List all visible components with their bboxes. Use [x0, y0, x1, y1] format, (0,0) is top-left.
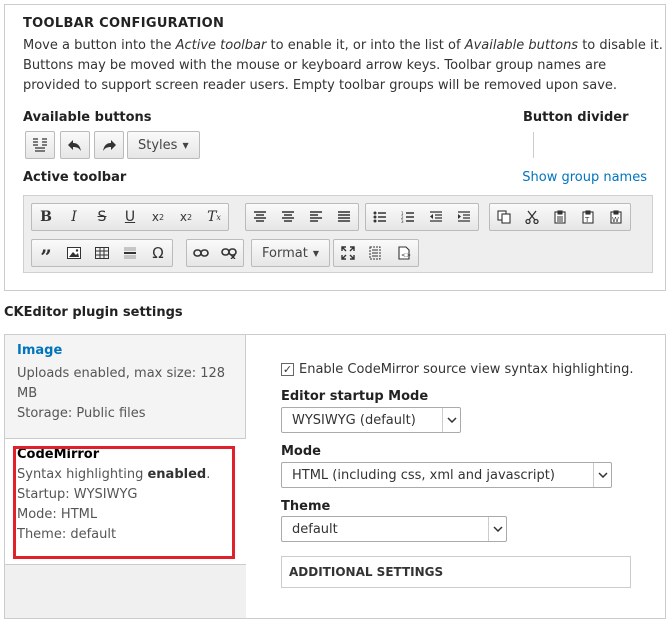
align-left-icon[interactable] [246, 204, 274, 230]
paste-text-icon[interactable]: T [574, 204, 602, 230]
align-justify-icon[interactable] [330, 204, 358, 230]
toolbar-configuration-fieldset: TOOLBAR CONFIGURATION Move a button into… [4, 4, 666, 291]
bulleted-list-icon[interactable] [366, 204, 394, 230]
editor-startup-mode-label: Editor startup Mode [281, 389, 429, 404]
source-code-icon[interactable]: <> [390, 240, 418, 266]
vertical-tab-summary-line: Syntax highlighting enabled. [17, 467, 211, 482]
toolbar-group-formatting[interactable]: B I S U x2 x2 Tx [31, 203, 229, 231]
vertical-tab-summary-line: Theme: default [17, 527, 117, 542]
svg-text:<>: <> [401, 252, 411, 259]
italic-icon[interactable]: I [60, 204, 88, 230]
vertical-tab-summary-line: Uploads enabled, max size: 128 [17, 366, 226, 381]
vertical-tab-summary-line: Mode: HTML [17, 507, 98, 522]
caret-down-icon: ▼ [312, 248, 319, 258]
vertical-tab-codemirror-title[interactable]: CodeMirror [17, 447, 234, 462]
toolbar-group-tools[interactable]: <> [333, 239, 419, 267]
indent-icon[interactable] [450, 204, 478, 230]
svg-text:T: T [584, 216, 590, 224]
toolbar-group-links[interactable] [186, 239, 244, 267]
plugin-settings-heading: CKEditor plugin settings [4, 305, 183, 320]
unlink-icon[interactable] [215, 240, 243, 266]
mode-select[interactable]: HTML (including css, xml and javascript) [281, 462, 612, 488]
toolbar-group-align[interactable] [245, 203, 359, 231]
svg-text:3: 3 [401, 219, 404, 223]
theme-label: Theme [281, 499, 331, 514]
vertical-tab-image[interactable]: Image Uploads enabled, max size: 128 MB … [5, 335, 246, 439]
toolbar-group-lists[interactable]: 123 [365, 203, 479, 231]
vertical-tab-summary-line: Startup: WYSIWYG [17, 487, 138, 502]
editor-startup-mode-select[interactable]: WYSIWYG (default) [281, 407, 461, 433]
source-icon[interactable] [25, 131, 55, 159]
enable-codemirror-checkbox[interactable]: ✓ [281, 363, 294, 376]
active-toolbar-area: B I S U x2 x2 Tx 123 T W ” Ω Format ▼ <> [23, 195, 653, 273]
styles-label: Styles [138, 137, 178, 153]
cut-icon[interactable] [518, 204, 546, 230]
remove-format-icon[interactable]: Tx [200, 204, 228, 230]
chevron-down-icon [442, 408, 460, 432]
styles-combo[interactable]: Styles ▼ [128, 132, 199, 158]
button-divider[interactable] [533, 132, 534, 158]
bold-icon[interactable]: B [32, 204, 60, 230]
chevron-down-icon [488, 517, 506, 541]
svg-text:W: W [612, 216, 619, 224]
vertical-tab-codemirror[interactable]: CodeMirror Syntax highlighting enabled. … [5, 439, 246, 565]
special-char-icon[interactable]: Ω [144, 240, 172, 266]
vertical-tab-list: Image Uploads enabled, max size: 128 MB … [5, 335, 246, 618]
toolbar-config-title: TOOLBAR CONFIGURATION [23, 16, 225, 31]
show-group-names-link[interactable]: Show group names [522, 170, 647, 185]
underline-icon[interactable]: U [116, 204, 144, 230]
strikethrough-icon[interactable]: S [88, 204, 116, 230]
superscript-icon[interactable]: x2 [144, 204, 172, 230]
align-right-icon[interactable] [302, 204, 330, 230]
theme-select[interactable]: default [281, 516, 507, 542]
vertical-tab-image-title[interactable]: Image [17, 343, 233, 358]
undo-icon[interactable] [60, 131, 90, 159]
chevron-down-icon [593, 463, 611, 487]
active-toolbar-label: Active toolbar [23, 170, 127, 185]
align-center-icon[interactable] [274, 204, 302, 230]
numbered-list-icon[interactable]: 123 [394, 204, 422, 230]
additional-settings-details[interactable]: ADDITIONAL SETTINGS [281, 556, 631, 588]
paste-icon[interactable] [546, 204, 574, 230]
styles-dropdown[interactable]: Styles ▼ [127, 131, 200, 159]
image-icon[interactable] [60, 240, 88, 266]
maximize-icon[interactable] [334, 240, 362, 266]
format-dropdown[interactable]: Format ▼ [251, 239, 330, 267]
select-value: WYSIWYG (default) [292, 412, 416, 428]
blockquote-icon[interactable]: ” [32, 240, 60, 269]
mode-label: Mode [281, 444, 321, 459]
select-value: HTML (including css, xml and javascript) [292, 467, 555, 483]
table-icon[interactable] [88, 240, 116, 266]
enable-codemirror-label: Enable CodeMirror source view syntax hig… [299, 362, 634, 377]
vertical-tab-summary-line: MB [17, 386, 38, 401]
vertical-tab-summary-line: Storage: Public files [17, 406, 146, 421]
format-label: Format [262, 245, 308, 261]
redo-icon[interactable] [94, 131, 124, 159]
link-icon[interactable] [187, 240, 215, 266]
select-value: default [292, 521, 338, 537]
button-divider-label: Button divider [523, 110, 629, 125]
available-buttons-label: Available buttons [23, 110, 152, 125]
show-blocks-icon[interactable] [362, 240, 390, 266]
outdent-icon[interactable] [422, 204, 450, 230]
toolbar-group-clipboard[interactable]: T W [489, 203, 631, 231]
copy-icon[interactable] [490, 204, 518, 230]
horizontal-line-icon[interactable] [116, 240, 144, 266]
caret-down-icon: ▼ [182, 140, 189, 150]
paste-word-icon[interactable]: W [602, 204, 630, 230]
subscript-icon[interactable]: x2 [172, 204, 200, 230]
toolbar-group-media[interactable]: ” Ω [31, 239, 173, 269]
toolbar-config-description: Move a button into the Active toolbar to… [23, 38, 663, 93]
codemirror-settings-pane: ✓ Enable CodeMirror source view syntax h… [246, 335, 665, 618]
enable-codemirror-option[interactable]: ✓ Enable CodeMirror source view syntax h… [281, 362, 633, 377]
plugin-settings-vertical-tabs: Image Uploads enabled, max size: 128 MB … [4, 334, 666, 619]
format-combo[interactable]: Format ▼ [252, 240, 329, 266]
